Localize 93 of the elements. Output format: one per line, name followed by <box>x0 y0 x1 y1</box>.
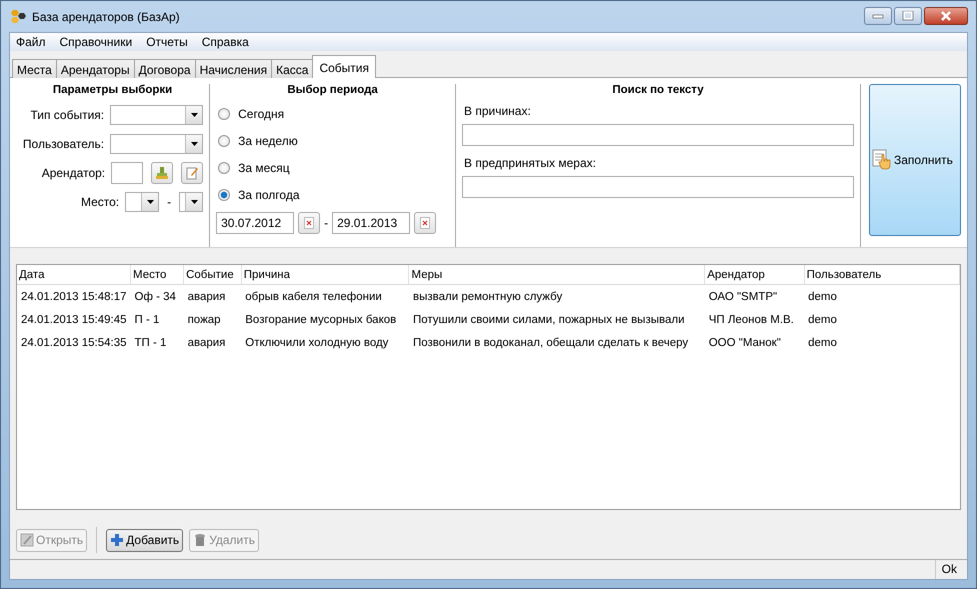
table-cell-text: demo <box>807 312 838 328</box>
radio-button[interactable] <box>218 135 230 147</box>
section-title: Выбор периода <box>286 84 379 96</box>
table-cell-text: Отключили холодную воду <box>244 336 390 350</box>
clear-date-button[interactable] <box>298 212 320 234</box>
menu-item[interactable]: Справочники <box>60 35 132 49</box>
table-cell-text: П - 1 <box>134 312 160 328</box>
table-cell-text: ТП - 1 <box>134 336 168 350</box>
table-cell: авария <box>184 284 242 308</box>
range-separator: - <box>167 195 172 209</box>
field-label: Место: <box>80 195 120 209</box>
app-logo-icon <box>9 8 27 24</box>
column-header[interactable]: Арендатор <box>704 265 804 284</box>
column-header[interactable]: Дата <box>17 265 131 284</box>
tenant-field[interactable] <box>111 162 144 184</box>
close-icon <box>939 11 953 21</box>
table-cell: ОАО "SMTP" <box>704 284 804 308</box>
document-hand-icon <box>872 149 892 171</box>
table-cell-text: Потушили своими силами, пожарных не вызывали <box>412 312 686 328</box>
dropdown-arrow-icon <box>190 142 198 146</box>
event-type-dropdown[interactable] <box>110 105 204 125</box>
close-button[interactable] <box>924 7 968 25</box>
table-cell-text: ЧП Леонов М.В. <box>708 312 795 328</box>
table-cell-text: Позвонили в водоканал, обещали сделать к вечеру <box>412 336 690 350</box>
radio-label: Сегодня <box>238 107 284 121</box>
table-cell-text: 24.01.2013 15:49:45 <box>20 312 128 328</box>
column-header[interactable]: Причина <box>241 265 409 284</box>
field-label: В причинах: <box>464 104 532 118</box>
radio-label: За месяц <box>238 161 290 175</box>
stamp-button[interactable] <box>151 162 174 184</box>
dropdown-arrow-icon <box>146 200 154 204</box>
table-cell: demo <box>804 284 960 308</box>
radio-label: За неделю <box>238 134 298 148</box>
tab[interactable]: Начисления <box>194 59 272 79</box>
window-title: База арендаторов (БазАр) <box>32 10 180 24</box>
date-from-field[interactable]: 30.07.2012 <box>216 212 294 234</box>
range-separator: - <box>324 216 328 230</box>
fill-button[interactable]: Заполнить <box>869 84 961 236</box>
maximize-icon <box>902 11 914 21</box>
tab[interactable]: События <box>312 55 376 79</box>
table-cell: Оф - 34 <box>130 284 184 308</box>
table-cell: 24.01.2013 15:48:17 <box>17 284 131 308</box>
field-label: В предпринятых мерах: <box>464 156 597 170</box>
place-from-dropdown[interactable] <box>125 192 160 212</box>
table-cell-text: авария <box>186 336 226 350</box>
table-cell-text: ООО "Манок" <box>708 336 782 350</box>
radio-button[interactable] <box>218 162 230 174</box>
table-cell: обрыв кабеля телефонии <box>241 284 409 308</box>
radio-button[interactable] <box>218 189 230 201</box>
tab[interactable]: Места <box>12 59 57 79</box>
section-title: Поиск по тексту <box>611 84 705 96</box>
minimize-button[interactable] <box>864 7 892 25</box>
trash-icon <box>193 533 208 547</box>
field-label: Арендатор: <box>42 166 106 180</box>
radio-label: За полгода <box>238 188 300 202</box>
dropdown-arrow-icon <box>190 113 198 117</box>
edit-button[interactable] <box>181 162 204 184</box>
clear-date-button[interactable] <box>414 212 436 234</box>
dropdown-arrow-icon <box>190 200 198 204</box>
stamp-icon <box>155 166 170 180</box>
column-header[interactable]: Пользователь <box>804 265 960 284</box>
tab[interactable]: Касса <box>271 59 314 79</box>
column-header[interactable]: Меры <box>408 265 705 284</box>
column-header[interactable]: Место <box>130 265 184 284</box>
tab[interactable]: Договора <box>134 59 196 79</box>
menu-item[interactable]: Справка <box>202 35 249 49</box>
user-dropdown[interactable] <box>110 134 204 154</box>
clear-icon <box>304 217 314 229</box>
tab[interactable]: Арендаторы <box>56 59 135 79</box>
minimize-icon <box>872 13 884 19</box>
plus-icon <box>110 533 124 547</box>
measures-search-field[interactable] <box>462 176 854 198</box>
maximize-button[interactable] <box>894 7 922 25</box>
menu-item[interactable]: Отчеты <box>146 35 188 49</box>
section-title: Параметры выборки <box>52 84 174 96</box>
radio-button[interactable] <box>218 108 230 120</box>
date-to-field[interactable]: 29.01.2013 <box>332 212 410 234</box>
menu-item[interactable]: Файл <box>16 35 46 49</box>
place-to-dropdown[interactable] <box>179 192 204 212</box>
status-text: Ok <box>940 561 958 578</box>
table-cell: вызвали ремонтную службу <box>408 284 705 308</box>
table-cell-text: 24.01.2013 15:54:35 <box>20 336 128 350</box>
table-cell-text: пожар <box>186 312 222 328</box>
edit-icon <box>20 533 34 547</box>
field-label: Тип события: <box>30 108 104 122</box>
clear-icon <box>420 217 430 229</box>
table-cell-text: demo <box>807 336 838 350</box>
edit-icon <box>185 166 200 180</box>
table-cell-text: Возгорание мусорных баков <box>244 312 398 328</box>
column-header[interactable]: Событие <box>184 265 242 284</box>
field-label: Пользователь: <box>22 137 104 151</box>
reasons-search-field[interactable] <box>462 124 854 146</box>
add-button[interactable]: Добавить <box>106 528 184 552</box>
